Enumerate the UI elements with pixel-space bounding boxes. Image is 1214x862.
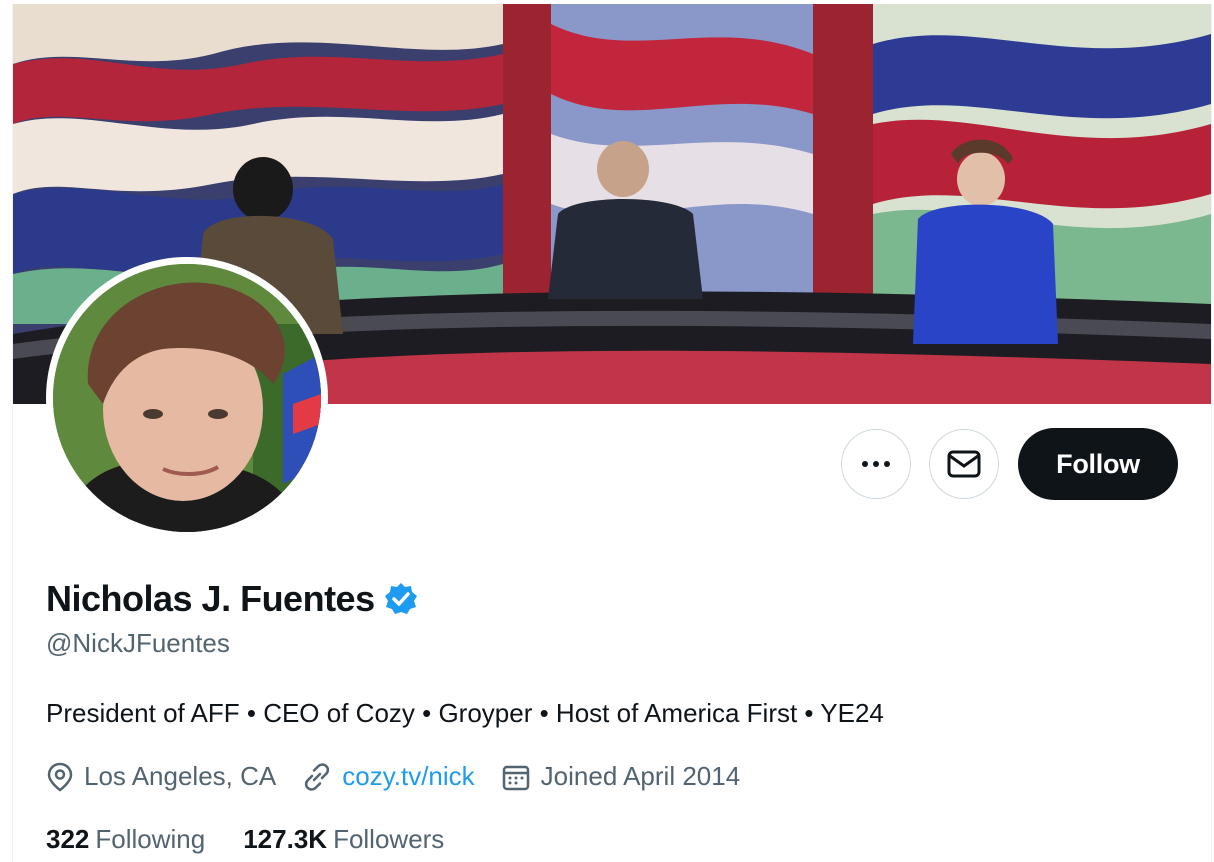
envelope-icon	[947, 450, 981, 478]
website-link[interactable]: cozy.tv/nick	[342, 761, 474, 792]
follow-button-label: Follow	[1056, 448, 1140, 479]
followers-count: 127.3K	[243, 824, 328, 854]
display-name-row: Nicholas J. Fuentes	[46, 578, 419, 620]
follow-counts: 322 Following 127.3K Followers	[46, 824, 482, 855]
location-pin-icon	[47, 762, 73, 792]
following-count-link[interactable]: 322 Following	[46, 824, 205, 855]
followers-count-link[interactable]: 127.3K Followers	[243, 824, 444, 855]
location-text: Los Angeles, CA	[84, 761, 277, 791]
avatar-image	[53, 264, 321, 532]
profile-meta: Los Angeles, CA cozy.tv/nick Joined Apri…	[46, 761, 766, 792]
following-count: 322	[46, 824, 90, 854]
link-icon	[305, 762, 330, 791]
display-name: Nicholas J. Fuentes	[46, 578, 375, 619]
avatar[interactable]	[53, 264, 321, 532]
following-label: Following	[95, 824, 206, 854]
more-icon	[862, 461, 890, 467]
location-item: Los Angeles, CA	[46, 761, 276, 792]
verified-badge-icon[interactable]	[383, 581, 419, 617]
profile-bio: President of AFF • CEO of Cozy • Groyper…	[46, 698, 884, 728]
website-item[interactable]: cozy.tv/nick	[302, 761, 475, 792]
profile-page: Follow Nicholas J. Fuentes @NickJFuentes…	[12, 4, 1212, 862]
more-button[interactable]	[841, 429, 911, 499]
message-button[interactable]	[929, 429, 999, 499]
joined-text: Joined April 2014	[540, 761, 741, 791]
calendar-icon	[502, 765, 529, 790]
avatar-border	[46, 257, 328, 539]
follow-button[interactable]: Follow	[1018, 428, 1178, 500]
profile-handle: @NickJFuentes	[46, 628, 230, 658]
joined-item: Joined April 2014	[501, 761, 740, 792]
followers-label: Followers	[333, 824, 445, 854]
